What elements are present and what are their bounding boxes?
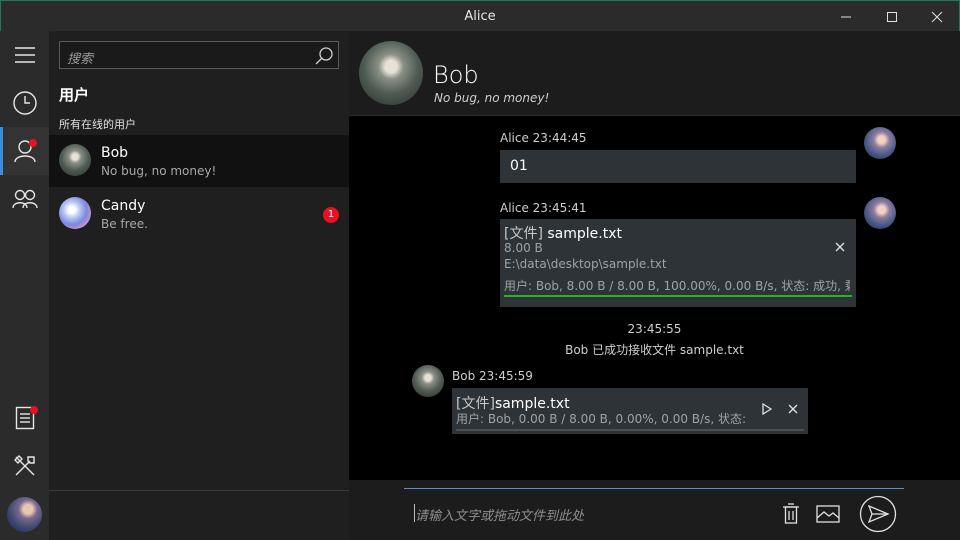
send-image-button[interactable]: [815, 502, 841, 526]
file-name: sample.txt: [547, 226, 623, 242]
peer-name: Bob: [433, 61, 479, 89]
recent-button[interactable]: [0, 79, 49, 127]
peer-status: No bug, no money!: [434, 91, 550, 105]
progress-bar: [456, 429, 804, 431]
maximize-icon: [887, 11, 897, 22]
file-title: [文件] sample.txt: [504, 223, 622, 243]
search-input[interactable]: 搜索: [67, 48, 93, 67]
message-meta: Alice 23:44:45: [500, 131, 587, 145]
user-name: Candy: [101, 198, 146, 214]
user-list-panel: 搜索 用户 所有在线的用户 Bob No bug, no money! Cand…: [49, 31, 349, 540]
close-icon: [788, 404, 798, 414]
search-button[interactable]: [314, 46, 334, 70]
user-name: Bob: [101, 145, 129, 161]
log-notification-dot: [30, 406, 38, 414]
send-icon: [859, 495, 897, 533]
system-time: 23:45:55: [627, 322, 682, 336]
file-size: 8.00 B: [504, 241, 543, 255]
close-icon: [931, 11, 943, 22]
clock-icon: [12, 91, 37, 115]
input-area: 请输入文字或拖动文件到此处: [349, 480, 960, 540]
close-button[interactable]: [914, 1, 960, 32]
list-title: 用户: [59, 86, 90, 104]
users-notification-dot: [29, 139, 37, 147]
user-status: No bug, no money!: [101, 164, 217, 178]
peer-avatar[interactable]: [359, 41, 423, 105]
nav-rail: [0, 31, 49, 540]
search-box[interactable]: 搜索: [59, 41, 339, 69]
settings-button[interactable]: [0, 442, 49, 490]
clear-button[interactable]: [779, 502, 803, 526]
transfer-status: 用户: Bob, 8.00 B / 8.00 B, 100.00%, 0.00 …: [504, 279, 850, 293]
window-title: Alice: [464, 9, 496, 24]
title-bar: Alice: [0, 0, 960, 31]
search-icon: [315, 47, 333, 65]
group-icon: [11, 189, 38, 209]
remove-file-button[interactable]: [830, 237, 850, 257]
chat-panel: Bob No bug, no money! Alice 23:44:45 01 …: [349, 31, 960, 540]
message-bubble[interactable]: 01: [500, 150, 856, 183]
groups-button[interactable]: [0, 175, 49, 223]
user-status: Be free.: [101, 217, 148, 231]
sender-avatar[interactable]: [412, 365, 444, 397]
file-message-bubble[interactable]: [文件] sample.txt 8.00 B E:\data\desktop\s…: [500, 219, 856, 307]
sender-avatar[interactable]: [864, 197, 896, 229]
menu-button[interactable]: [0, 31, 49, 79]
system-message: Bob 已成功接收文件 sample.txt: [565, 343, 744, 357]
file-path: E:\data\desktop\sample.txt: [504, 257, 667, 271]
my-avatar[interactable]: [7, 497, 42, 532]
maximize-button[interactable]: [869, 1, 915, 32]
users-button[interactable]: [0, 127, 49, 175]
user-row-bob[interactable]: Bob No bug, no money!: [49, 135, 349, 187]
avatar: [59, 197, 91, 229]
message-input[interactable]: 请输入文字或拖动文件到此处: [415, 505, 584, 524]
list-subtitle: 所有在线的用户: [59, 118, 136, 131]
file-message-bubble[interactable]: [文件]sample.txt 用户: Bob, 0.00 B / 8.00 B,…: [452, 388, 808, 434]
avatar: [59, 144, 91, 176]
play-icon: [762, 403, 772, 415]
file-tag: [文件]: [504, 226, 543, 242]
log-button[interactable]: [0, 394, 49, 442]
message-meta: Bob 23:45:59: [452, 369, 533, 383]
tools-icon: [13, 455, 35, 476]
input-focus-line: [404, 488, 904, 489]
chat-header: Bob No bug, no money!: [349, 31, 960, 116]
minimize-button[interactable]: [823, 1, 869, 32]
close-icon: [835, 242, 845, 252]
progress-fill: [504, 295, 852, 297]
progress-bar: [504, 295, 852, 297]
minimize-icon: [841, 16, 851, 17]
user-row-candy[interactable]: Candy Be free. 1: [49, 188, 349, 240]
hamburger-icon: [14, 47, 35, 63]
message-meta: Alice 23:45:41: [500, 201, 587, 215]
divider: [49, 490, 349, 491]
sender-avatar[interactable]: [864, 127, 896, 159]
unread-badge: 1: [323, 207, 339, 223]
transfer-status: 用户: Bob, 0.00 B / 8.00 B, 0.00%, 0.00 B/…: [456, 412, 750, 426]
trash-icon: [783, 503, 799, 524]
reject-file-button[interactable]: [783, 399, 803, 419]
send-button[interactable]: [859, 495, 897, 533]
image-icon: [816, 505, 840, 523]
accept-file-button[interactable]: [757, 399, 777, 419]
